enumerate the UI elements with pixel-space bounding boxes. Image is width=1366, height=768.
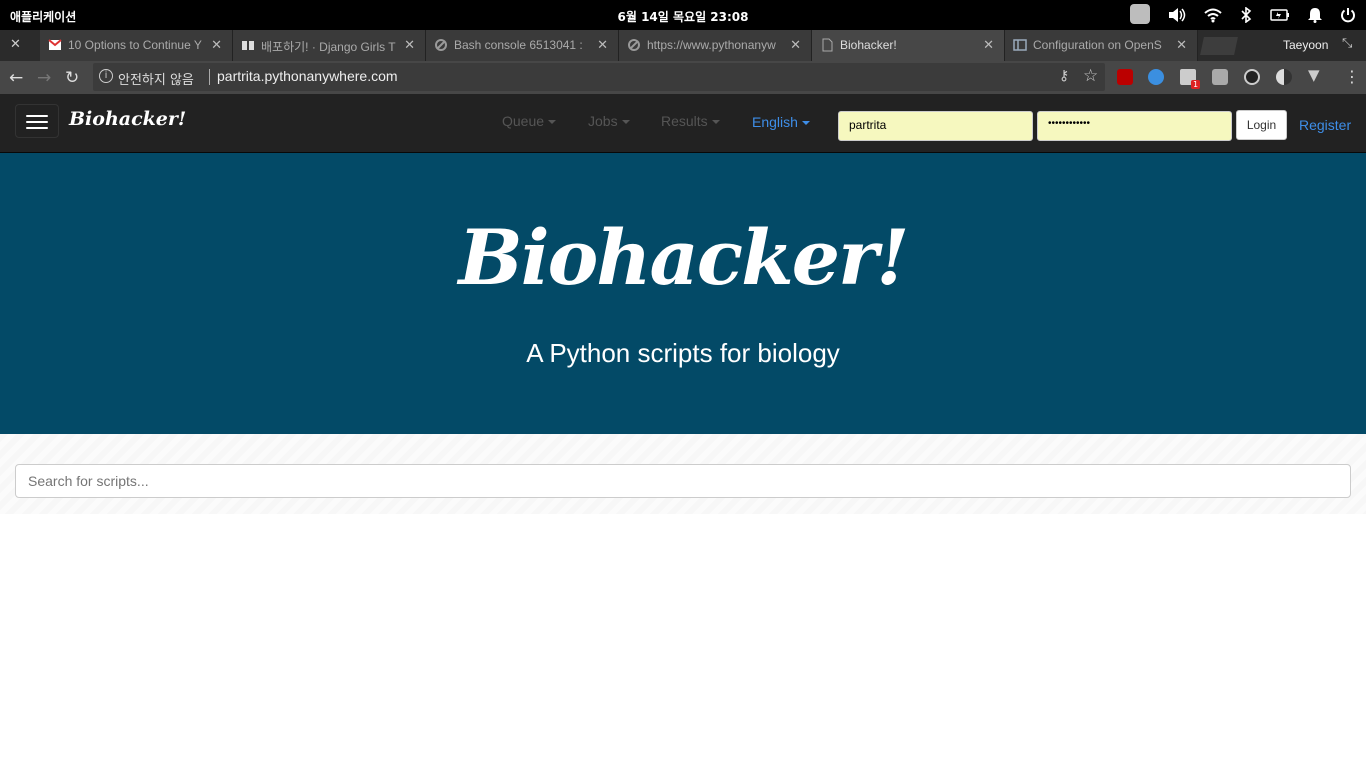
- username-field[interactable]: partrita: [838, 111, 1033, 141]
- extension-blue-icon[interactable]: [1148, 69, 1164, 85]
- tab-close-icon[interactable]: ✕: [404, 37, 415, 53]
- key-icon[interactable]: ⚷: [1059, 68, 1069, 84]
- site-navbar: Biohacker! Queue Jobs Results English pa…: [0, 94, 1366, 153]
- tab-configuration[interactable]: Configuration on OpenS ✕: [1005, 30, 1198, 61]
- docs-icon: [1013, 39, 1027, 51]
- jobs-label: Jobs: [588, 113, 618, 129]
- results-label: Results: [661, 113, 708, 129]
- queue-label: Queue: [502, 113, 545, 129]
- tab-title: Configuration on OpenS: [1033, 38, 1162, 52]
- info-icon[interactable]: i: [99, 69, 113, 83]
- browser-tab-strip: ✕ 10 Options to Continue Y ✕ 배포하기! · Dja…: [0, 30, 1366, 61]
- language-dropdown[interactable]: English: [752, 114, 810, 130]
- tab-close-icon[interactable]: ✕: [1176, 37, 1187, 53]
- jobs-dropdown[interactable]: Jobs: [588, 113, 630, 129]
- hero-banner: Biohacker! A Python scripts for biology: [0, 153, 1366, 434]
- reload-icon[interactable]: ↻: [65, 68, 79, 88]
- tab-close-icon[interactable]: ✕: [790, 37, 801, 53]
- forward-arrow-icon[interactable]: →: [37, 68, 51, 88]
- camera-icon[interactable]: [1212, 69, 1228, 85]
- tab-pythonanywhere[interactable]: https://www.pythonanyw ✕: [619, 30, 812, 61]
- power-icon[interactable]: [1340, 7, 1356, 23]
- register-link[interactable]: Register: [1299, 117, 1351, 133]
- tab-title: Bash console 6513041 :: [454, 38, 583, 52]
- gmail-icon: [48, 39, 62, 50]
- hero-title: Biohacker!: [458, 213, 910, 302]
- tab-close-icon[interactable]: ✕: [983, 37, 994, 53]
- system-top-bar: 애플리케이션 6월 14일 목요일 23:08: [0, 0, 1366, 30]
- tab-gmail[interactable]: 10 Options to Continue Y ✕: [40, 30, 233, 61]
- language-label: English: [752, 114, 798, 130]
- tab-close-icon[interactable]: ✕: [211, 37, 222, 53]
- wifi-icon[interactable]: [1204, 7, 1222, 23]
- security-label[interactable]: 안전하지 않음: [118, 69, 194, 88]
- tab-title: Biohacker!: [840, 38, 897, 52]
- brand-logo[interactable]: Biohacker!: [69, 108, 186, 130]
- restore-window-icon[interactable]: ⤡: [1342, 36, 1352, 51]
- battery-icon[interactable]: [1270, 8, 1290, 22]
- caret-down-icon: [548, 120, 557, 125]
- pythonanywhere-icon: [435, 39, 447, 51]
- hamburger-menu-button[interactable]: [15, 104, 59, 138]
- tab-biohacker[interactable]: Biohacker! ✕: [812, 30, 1005, 61]
- results-dropdown[interactable]: Results: [661, 113, 720, 129]
- script-search-input[interactable]: [15, 464, 1351, 498]
- bookmark-star-icon[interactable]: ☆: [1083, 66, 1098, 86]
- url-text[interactable]: partrita.pythonanywhere.com: [217, 68, 398, 84]
- book-icon: [242, 41, 254, 50]
- page-icon: [822, 38, 833, 52]
- login-button[interactable]: Login: [1236, 110, 1287, 140]
- address-divider: [209, 69, 210, 85]
- caret-down-icon: [801, 121, 810, 126]
- hero-subtitle: A Python scripts for biology: [526, 338, 840, 368]
- tab-title: 10 Options to Continue Y: [68, 38, 202, 52]
- caret-down-icon: [621, 120, 630, 125]
- volume-icon[interactable]: [1168, 7, 1186, 23]
- contrast-icon[interactable]: [1276, 69, 1292, 85]
- tab-django-girls[interactable]: 배포하기! · Django Girls T ✕: [233, 30, 426, 61]
- extension-badge: 1: [1191, 80, 1201, 89]
- tab-title: 배포하기! · Django Girls T: [261, 40, 396, 54]
- bluetooth-icon[interactable]: [1240, 7, 1252, 23]
- tab-bash-console[interactable]: Bash console 6513041 : ✕: [426, 30, 619, 61]
- close-window-icon[interactable]: ✕: [10, 37, 21, 52]
- password-field[interactable]: ••••••••••••: [1037, 111, 1232, 141]
- ublock-icon[interactable]: [1117, 69, 1133, 85]
- new-tab-button[interactable]: [1200, 37, 1238, 55]
- back-arrow-icon[interactable]: ←: [9, 68, 23, 88]
- pythonanywhere-icon: [628, 39, 640, 51]
- tab-title: https://www.pythonanyw: [647, 38, 776, 52]
- extension-v-icon[interactable]: ▼: [1308, 66, 1324, 84]
- tab-close-icon[interactable]: ✕: [597, 37, 608, 53]
- queue-dropdown[interactable]: Queue: [502, 113, 557, 129]
- notification-bell-icon[interactable]: [1308, 7, 1322, 23]
- browser-menu-icon[interactable]: ⋮: [1344, 67, 1360, 86]
- system-tray: [1130, 4, 1356, 24]
- address-bar[interactable]: i 안전하지 않음 partrita.pythonanywhere.com ⚷ …: [93, 63, 1105, 91]
- app-indicator-icon[interactable]: [1130, 4, 1150, 24]
- profile-name[interactable]: Taeyoon: [1283, 38, 1328, 52]
- search-section: [0, 434, 1366, 514]
- caret-down-icon: [711, 120, 720, 125]
- browser-toolbar: ← → ↻ i 안전하지 않음 partrita.pythonanywhere.…: [0, 61, 1366, 94]
- extension-dark-icon[interactable]: [1244, 69, 1260, 85]
